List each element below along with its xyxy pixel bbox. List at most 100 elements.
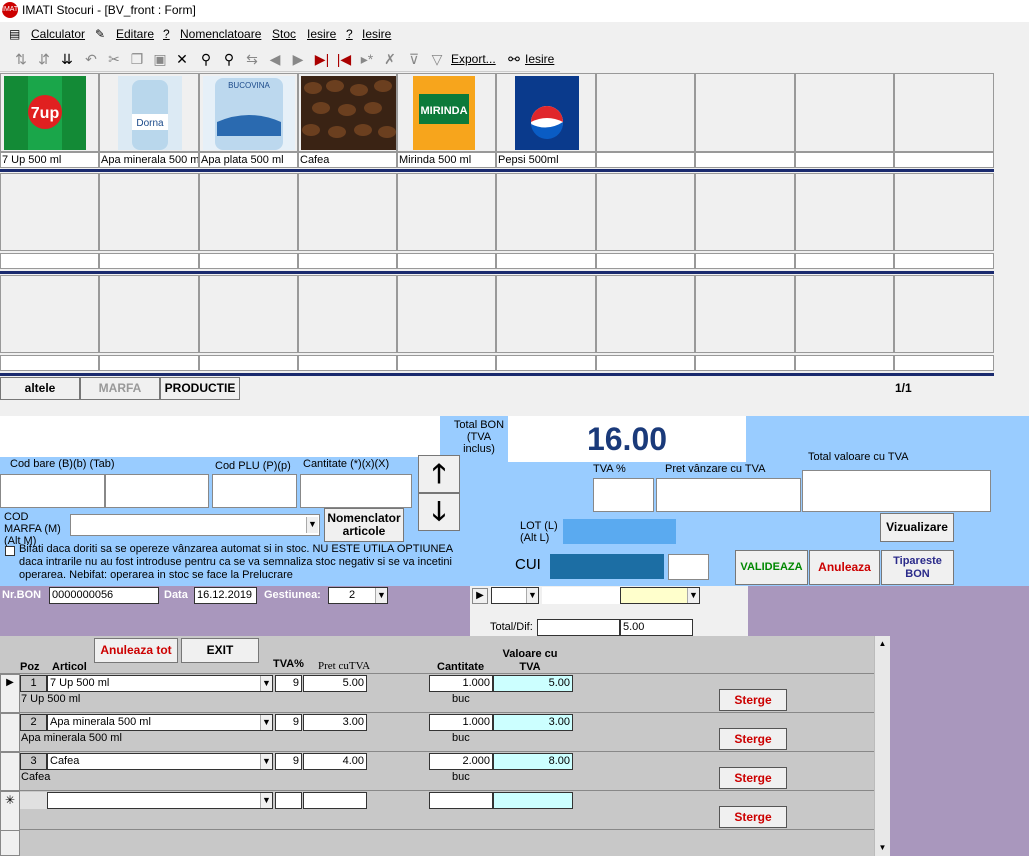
- new-record-icon[interactable]: ✳: [0, 791, 20, 831]
- row-cantitate[interactable]: 2.000: [429, 753, 493, 770]
- product-cell-22[interactable]: [99, 275, 199, 353]
- row-pret[interactable]: 3.00: [303, 714, 367, 731]
- product-cell-20[interactable]: [894, 173, 994, 251]
- product-cell-18[interactable]: [695, 173, 795, 251]
- nomenclator-button[interactable]: Nomenclator articole: [324, 508, 404, 542]
- menu-help-2[interactable]: ?: [346, 27, 353, 41]
- exit-icon[interactable]: ⚯: [505, 50, 523, 68]
- product-cell-28[interactable]: [695, 275, 795, 353]
- pret-input[interactable]: [656, 478, 801, 512]
- chevron-down-icon[interactable]: ▼: [260, 676, 272, 691]
- sterge-button[interactable]: Sterge: [719, 689, 787, 711]
- row-articol-combo[interactable]: 7 Up 500 ml ▼: [47, 675, 273, 692]
- product-cell-19[interactable]: [795, 173, 894, 251]
- product-label-30[interactable]: [894, 355, 994, 371]
- new-record-icon[interactable]: ▸*: [358, 50, 376, 68]
- find-icon[interactable]: ⚲: [197, 50, 215, 68]
- total-dif-field-1[interactable]: [537, 619, 620, 636]
- category-altele[interactable]: altele: [0, 377, 80, 400]
- row-tva[interactable]: 9: [275, 714, 302, 731]
- cut-icon[interactable]: ✂: [105, 50, 123, 68]
- cantitate-input[interactable]: [300, 474, 412, 508]
- sort-icon[interactable]: ⇊: [58, 50, 76, 68]
- product-cell-25[interactable]: [397, 275, 496, 353]
- nr-bon-field[interactable]: 0000000056: [49, 587, 159, 604]
- menu-nomenclatoare[interactable]: Nomenclatoare: [180, 27, 261, 41]
- product-label-19[interactable]: [795, 253, 894, 269]
- sterge-button[interactable]: Sterge: [719, 767, 787, 789]
- product-label-26[interactable]: [496, 355, 596, 371]
- exit-button[interactable]: Iesire: [525, 52, 554, 66]
- tva-input[interactable]: [593, 478, 654, 512]
- row-articol-combo[interactable]: Apa minerala 500 ml ▼: [47, 714, 273, 731]
- chevron-down-icon[interactable]: ▼: [260, 754, 272, 769]
- last-record-icon[interactable]: ▶|: [313, 50, 331, 68]
- row-tva[interactable]: [275, 792, 302, 809]
- product-label-5[interactable]: Mirinda 500 ml: [397, 152, 496, 168]
- product-label-24[interactable]: [298, 355, 397, 371]
- product-label-28[interactable]: [695, 355, 795, 371]
- product-label-4[interactable]: Cafea: [298, 152, 397, 168]
- prev-record-icon[interactable]: ◀: [266, 50, 284, 68]
- record-selector-icon[interactable]: ▶: [472, 588, 488, 604]
- product-label-2[interactable]: Apa minerala 500 ml: [99, 152, 199, 168]
- product-cell-6[interactable]: [496, 73, 596, 152]
- product-label-27[interactable]: [596, 355, 695, 371]
- product-label-6[interactable]: Pepsi 500ml: [496, 152, 596, 168]
- product-label-7[interactable]: [596, 152, 695, 168]
- product-label-8[interactable]: [695, 152, 795, 168]
- menu-stoc[interactable]: Stoc: [272, 27, 296, 41]
- tipareste-bon-button[interactable]: Tipareste BON: [881, 550, 954, 585]
- product-label-18[interactable]: [695, 253, 795, 269]
- product-label-9[interactable]: [795, 152, 894, 168]
- row-selector[interactable]: [0, 830, 20, 856]
- product-label-21[interactable]: [0, 355, 99, 371]
- arrow-up-button[interactable]: 🡑: [418, 455, 460, 493]
- chevron-down-icon[interactable]: ▼: [375, 588, 387, 603]
- export-button[interactable]: Export...: [451, 52, 496, 66]
- lot-input[interactable]: [563, 519, 676, 544]
- product-cell-7[interactable]: [596, 73, 695, 152]
- cod-bare-input-2[interactable]: [105, 474, 209, 508]
- first-record-icon[interactable]: |◀: [335, 50, 353, 68]
- row-selector[interactable]: [0, 752, 20, 791]
- product-label-12[interactable]: [99, 253, 199, 269]
- product-cell-24[interactable]: [298, 275, 397, 353]
- filter-selection-icon[interactable]: ⊽: [405, 50, 423, 68]
- sort-asc-icon[interactable]: ⇅: [12, 50, 30, 68]
- row-selector-icon[interactable]: ▶: [0, 674, 20, 713]
- calculator-icon[interactable]: ▤: [9, 27, 20, 41]
- summary-combo-1[interactable]: ▼: [491, 587, 539, 604]
- product-label-11[interactable]: [0, 253, 99, 269]
- data-field[interactable]: 16.12.2019: [194, 587, 257, 604]
- paste-icon[interactable]: ▣: [151, 50, 169, 68]
- anuleaza-button[interactable]: Anuleaza: [809, 550, 880, 585]
- replace-icon[interactable]: ⇆: [243, 50, 261, 68]
- product-cell-17[interactable]: [596, 173, 695, 251]
- row-pret[interactable]: 5.00: [303, 675, 367, 692]
- category-productie[interactable]: PRODUCTIE: [160, 377, 240, 400]
- menu-help-1[interactable]: ?: [163, 27, 170, 41]
- product-cell-15[interactable]: [397, 173, 496, 251]
- chevron-down-icon[interactable]: ▼: [260, 793, 272, 808]
- product-label-16[interactable]: [496, 253, 596, 269]
- product-label-13[interactable]: [199, 253, 298, 269]
- row-pret[interactable]: [303, 792, 367, 809]
- menu-iesire-2[interactable]: Iesire: [362, 27, 391, 41]
- product-cell-30[interactable]: [894, 275, 994, 353]
- total-valoare-input[interactable]: [802, 470, 991, 512]
- valideaza-button[interactable]: VALIDEAZA: [735, 550, 808, 585]
- exit-button[interactable]: EXIT: [181, 638, 259, 663]
- menu-calculator[interactable]: Calculator: [31, 27, 85, 41]
- row-articol-combo[interactable]: ▼: [47, 792, 273, 809]
- product-label-17[interactable]: [596, 253, 695, 269]
- product-cell-3[interactable]: BUCOVINA: [199, 73, 298, 152]
- sort-desc-icon[interactable]: ⇵: [35, 50, 53, 68]
- product-label-25[interactable]: [397, 355, 496, 371]
- edit-icon[interactable]: ✎: [95, 27, 105, 41]
- row-cantitate[interactable]: [429, 792, 493, 809]
- product-cell-21[interactable]: [0, 275, 99, 353]
- cui-input[interactable]: [550, 554, 664, 579]
- menu-iesire-1[interactable]: Iesire: [307, 27, 336, 41]
- product-cell-12[interactable]: [99, 173, 199, 251]
